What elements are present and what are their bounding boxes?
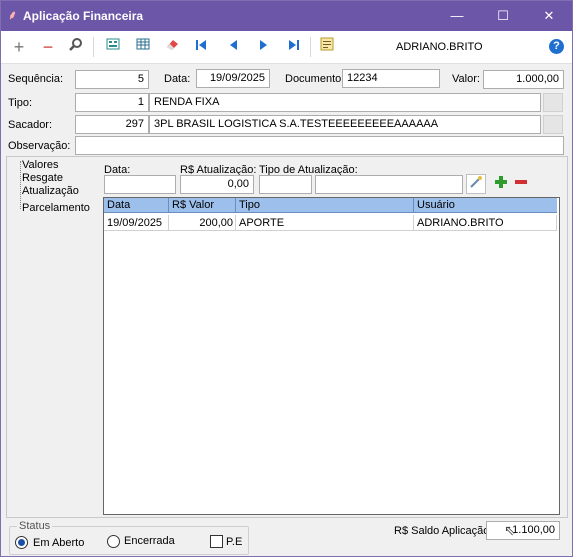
table-icon[interactable] xyxy=(132,36,154,58)
last-record-icon[interactable] xyxy=(283,36,305,58)
valor-label: Valor: xyxy=(452,73,480,85)
close-button[interactable]: ✕ xyxy=(526,1,572,31)
calculator-icon[interactable] xyxy=(102,36,124,58)
grid-header-tipo[interactable]: Tipo xyxy=(236,198,414,213)
tree-item-resgate[interactable]: Resgate xyxy=(22,172,63,184)
detail-atualizacao-field[interactable]: 0,00 xyxy=(180,175,254,194)
title-bar: ⸙ Aplicação Financeira — ☐ ✕ xyxy=(1,1,572,31)
tree-item-atualizacao[interactable]: Atualização xyxy=(22,185,79,197)
add-icon[interactable]: + xyxy=(8,36,30,58)
sequencia-field[interactable]: 5 xyxy=(75,70,149,89)
grid-header-data[interactable]: Data xyxy=(104,198,169,213)
toolbar-separator xyxy=(93,37,94,57)
status-em-aberto-radio[interactable] xyxy=(15,536,28,549)
detail-tipo-code-field[interactable] xyxy=(259,175,312,194)
next-record-icon[interactable] xyxy=(253,36,275,58)
grid-header-valor[interactable]: R$ Valor xyxy=(169,198,236,213)
grid-cell-usuario: ADRIANO.BRITO xyxy=(414,215,557,231)
toolbar: + − ADRIANO.BRITO ? xyxy=(1,31,572,64)
documento-label: Documento: xyxy=(285,73,345,85)
grid-cell-valor: 200,00 xyxy=(169,215,236,231)
tipo-label: Tipo: xyxy=(8,97,33,109)
pe-checkbox[interactable] xyxy=(210,535,223,548)
help-icon[interactable]: ? xyxy=(549,39,564,54)
pe-label: P.E xyxy=(226,536,243,548)
tree-item-valores[interactable]: Valores xyxy=(22,159,58,171)
cursor-icon: ⇖ xyxy=(504,522,516,538)
previous-record-icon[interactable] xyxy=(222,36,244,58)
toolbar-separator xyxy=(310,37,311,57)
sacador-lookup-button[interactable] xyxy=(543,115,563,134)
app-icon: ⸙ xyxy=(8,8,18,22)
saldo-label: R$ Saldo Aplicação: xyxy=(394,525,493,537)
sacador-code-field[interactable]: 297 xyxy=(75,115,149,134)
tipo-lookup-button[interactable] xyxy=(543,93,563,112)
application-window: ⸙ Aplicação Financeira — ☐ ✕ + − ADRIANO… xyxy=(0,0,573,557)
status-encerrada-label: Encerrada xyxy=(124,535,175,547)
wand-icon[interactable] xyxy=(466,174,486,194)
valores-grid[interactable]: Data R$ Valor Tipo Usuário 19/09/2025 20… xyxy=(103,197,560,515)
data-field[interactable]: 19/09/2025 xyxy=(196,69,270,88)
remove-row-icon[interactable] xyxy=(513,175,529,193)
eraser-icon[interactable] xyxy=(161,36,183,58)
minimize-button[interactable]: — xyxy=(434,1,480,31)
first-record-icon[interactable] xyxy=(190,36,212,58)
observacao-field[interactable] xyxy=(75,136,564,155)
data-label: Data: xyxy=(164,73,191,85)
sacador-label: Sacador: xyxy=(8,119,53,131)
add-row-icon[interactable] xyxy=(493,175,509,193)
remove-icon[interactable]: − xyxy=(37,36,59,58)
tree-connector xyxy=(20,161,21,209)
status-title: Status xyxy=(17,520,53,532)
status-encerrada-radio[interactable] xyxy=(107,535,120,548)
saldo-field: 1.100,00 xyxy=(486,521,560,540)
status-em-aberto-label: Em Aberto xyxy=(33,537,85,549)
grid-header-usuario[interactable]: Usuário xyxy=(414,198,557,213)
tipo-code-field[interactable]: 1 xyxy=(75,93,149,112)
documento-field[interactable]: 12234 xyxy=(342,69,440,88)
detail-data-field[interactable] xyxy=(104,175,176,194)
report-icon[interactable] xyxy=(316,36,338,58)
sacador-name-field: 3PL BRASIL LOGISTICA S.A.TESTEEEEEEEEEAA… xyxy=(149,115,541,134)
valor-field[interactable]: 1.000,00 xyxy=(483,70,564,89)
current-user: ADRIANO.BRITO xyxy=(396,41,483,53)
window-title: Aplicação Financeira xyxy=(23,9,144,23)
sequencia-label: Sequência: xyxy=(8,73,64,85)
detail-tipo-name-field xyxy=(315,175,463,194)
maximize-button[interactable]: ☐ xyxy=(480,1,526,31)
search-icon[interactable] xyxy=(65,36,87,58)
observacao-label: Observação: xyxy=(8,140,71,152)
tree-item-parcelamento[interactable]: Parcelamento xyxy=(22,202,90,214)
grid-cell-tipo: APORTE xyxy=(236,215,414,231)
grid-cell-data: 19/09/2025 xyxy=(104,215,169,231)
tipo-name-field: RENDA FIXA xyxy=(149,93,541,112)
